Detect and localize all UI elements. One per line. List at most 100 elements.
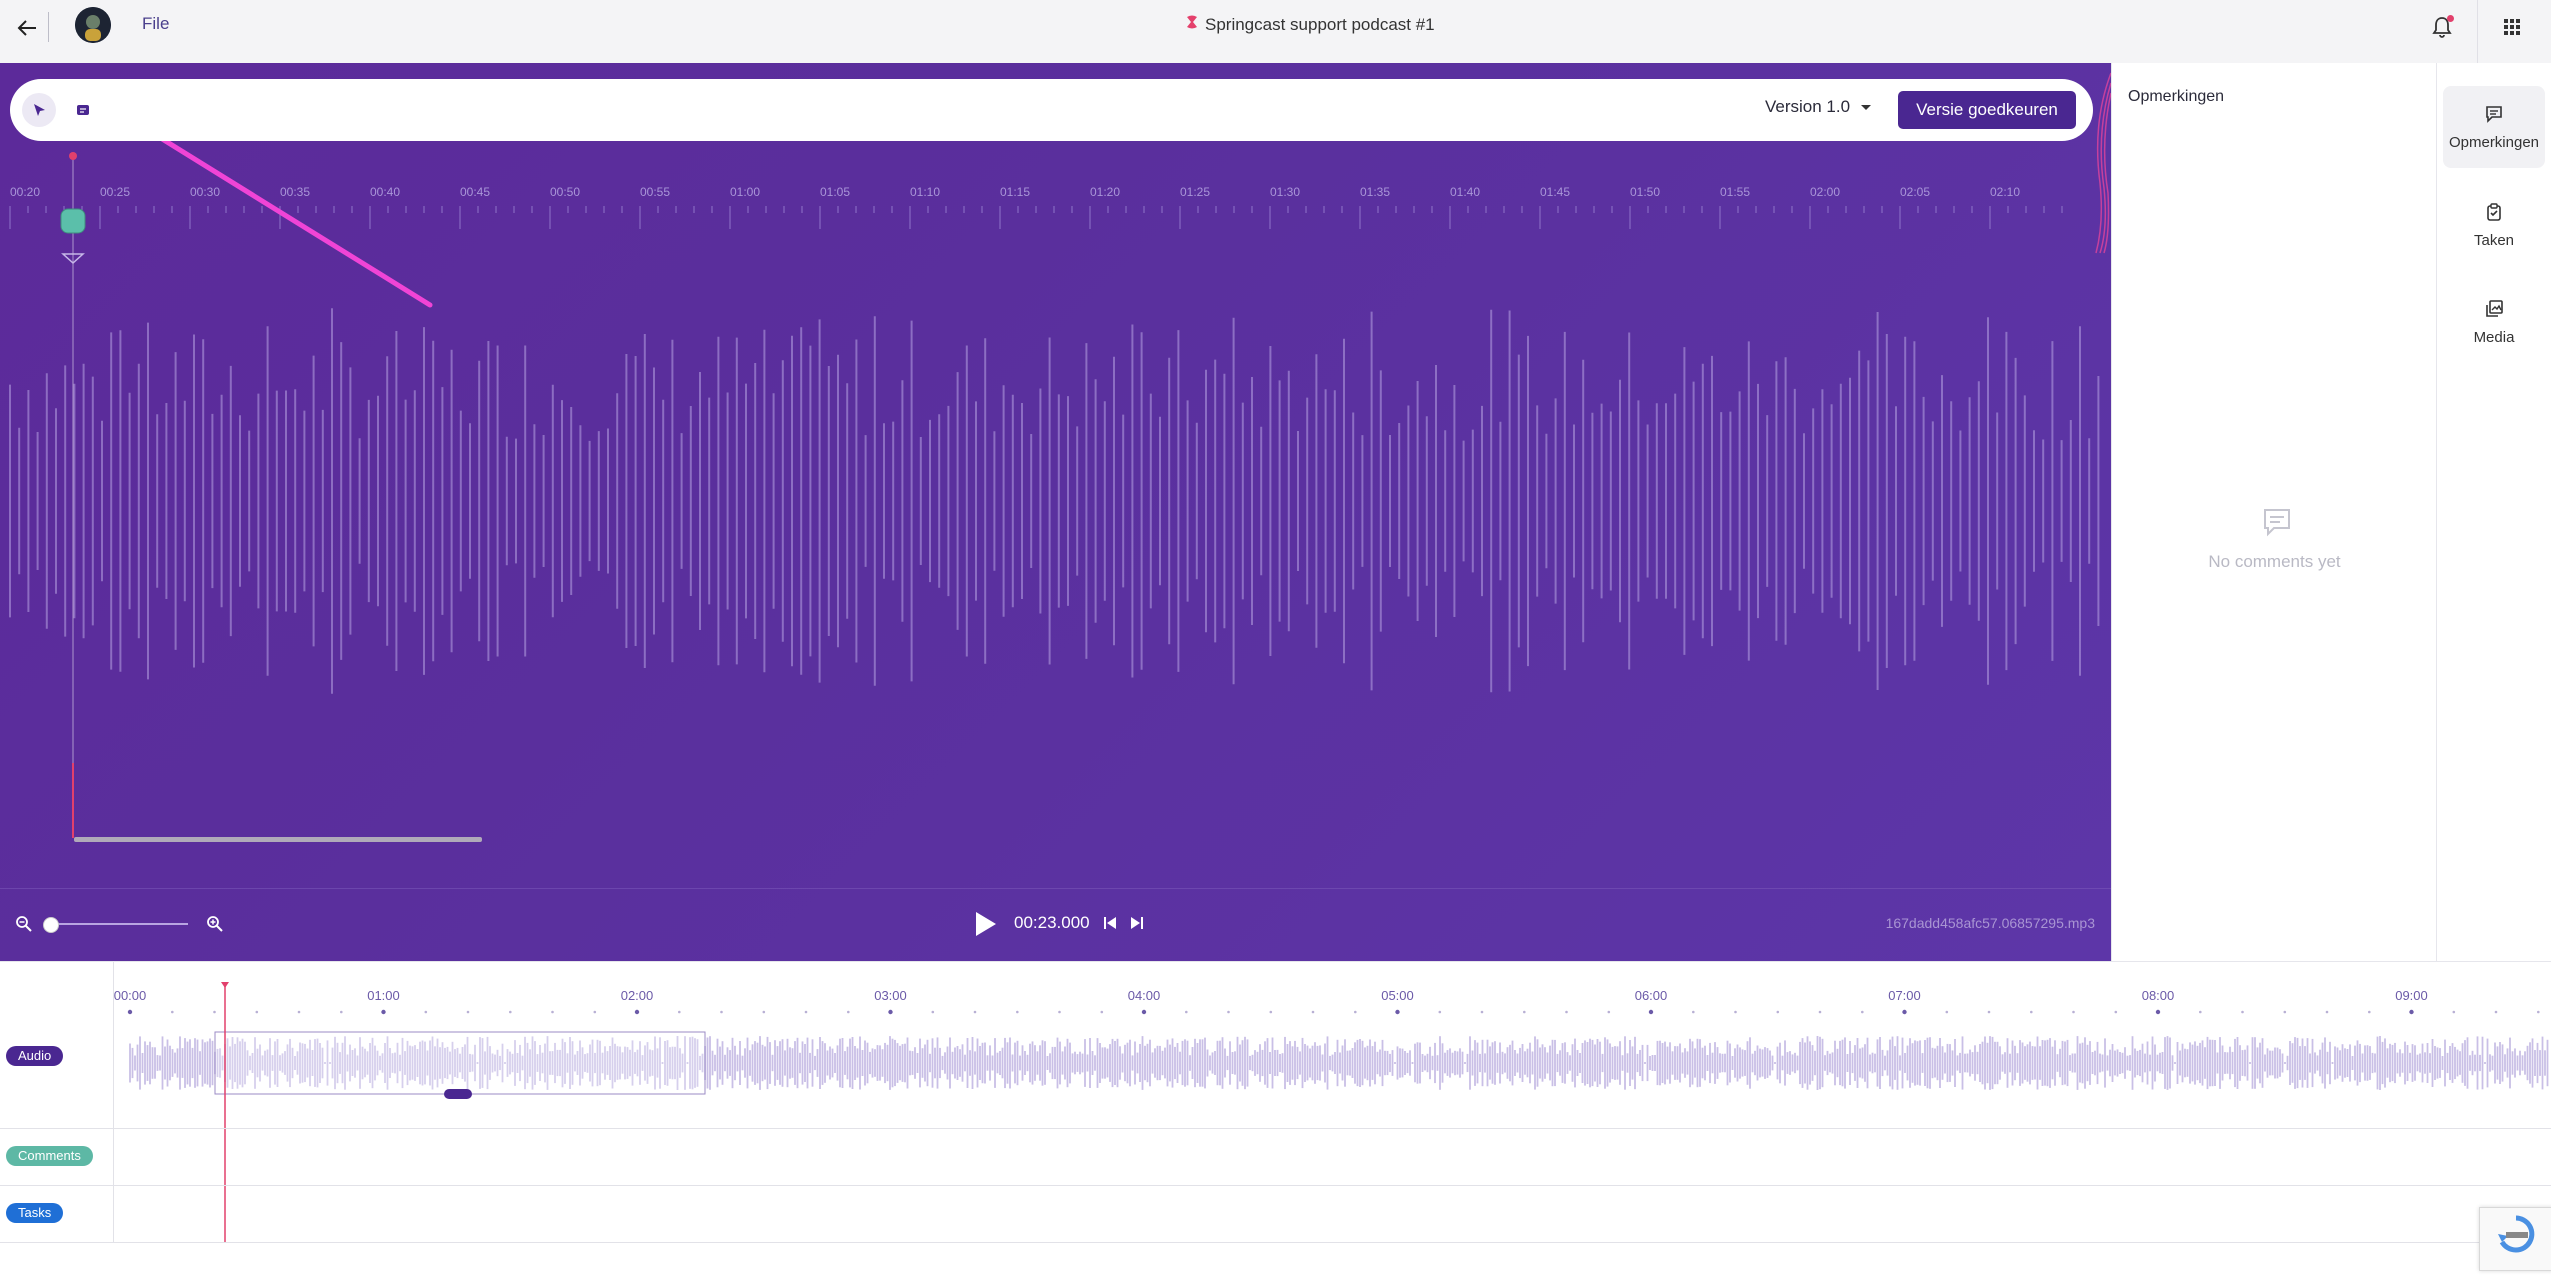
timeline-tick: [1902, 1009, 1907, 1015]
ruler-tick-label: 00:45: [460, 185, 490, 199]
timeline-tick: [1776, 1010, 1780, 1014]
file-menu[interactable]: File: [142, 14, 169, 34]
timeline-tick-label: 00:00: [114, 988, 147, 1003]
timeline-tick-label: 02:00: [621, 988, 654, 1003]
overview-timeline: 00:00 01:00 02:00 03:00 04:00 05:00 06:00 07:00…: [0, 961, 2551, 1282]
region-drag-handle: [444, 1089, 472, 1099]
timeline-tick: [593, 1010, 597, 1014]
waveform-canvas[interactable]: 00:20 00:25 00:30 00:35 00:40 00:45 00:50 00:55…: [0, 63, 2111, 961]
timeline-canvas[interactable]: 00:00 01:00 02:00 03:00 04:00 05:00 06:00 07:00…: [0, 962, 2551, 1242]
media-library-icon: [2484, 299, 2504, 323]
timeline-tick: [127, 1009, 133, 1015]
timeline-tick-label: 01:00: [367, 988, 400, 1003]
timeline-tick: [551, 1010, 554, 1014]
ruler-tick-label: 00:30: [190, 185, 220, 199]
version-select[interactable]: Version 1.0: [1765, 97, 1872, 117]
timeline-tick: [804, 1010, 808, 1014]
document-title-text: Springcast support podcast #1: [1205, 14, 1435, 34]
timeline-tick: [2452, 1010, 2456, 1014]
visible-region-selector: [214, 1031, 706, 1095]
rail-item-comments[interactable]: Opmerkingen: [2443, 86, 2545, 168]
waveform-scrollbar: [74, 837, 482, 842]
ruler-tick-label: 00:35: [280, 185, 310, 199]
timeline-tick: [1100, 1010, 1104, 1014]
divider: [0, 1185, 2551, 1186]
clipboard-icon: [2484, 202, 2504, 226]
ruler-tick-label: 01:05: [820, 185, 850, 199]
document-title: Springcast support podcast #1: [1185, 14, 1435, 35]
timeline-tick: [297, 1010, 301, 1014]
ruler-tick-label: 01:55: [1720, 185, 1750, 199]
timeline-tick: [1058, 1010, 1061, 1014]
ruler-tick-label: 00:55: [640, 185, 670, 199]
timeline-tick: [931, 1010, 935, 1014]
ruler-tick-label: 02:10: [1990, 185, 2020, 199]
timeline-tick: [213, 1010, 216, 1014]
panel-title: Opmerkingen: [2128, 88, 2225, 105]
lane-tag-comments[interactable]: Comments: [6, 1146, 93, 1166]
timeline-tick: [720, 1010, 723, 1014]
timeline-tick: [381, 1009, 386, 1015]
chevron-down-icon: [1860, 97, 1872, 117]
lane-tag-tasks[interactable]: Tasks: [6, 1203, 64, 1223]
empty-comment-icon: [2260, 505, 2294, 539]
timeline-tick: [2114, 1010, 2118, 1014]
timeline-tick: [1016, 1010, 1019, 1014]
audio-filename: 167dadd458afc57.06857295.mp3: [1885, 915, 2095, 931]
ruler-tick-label: 02:05: [1900, 185, 1930, 199]
zoom-slider-track[interactable]: [48, 923, 188, 925]
timeline-tick: [847, 1010, 850, 1014]
rail-item-media[interactable]: Media: [2443, 281, 2545, 363]
timeline-tick: [2325, 1010, 2329, 1014]
timeline-tick: [1987, 1010, 1991, 1014]
timeline-tick: [1734, 1010, 1737, 1014]
lane-labels: [0, 962, 114, 1242]
timeline-tick: [1523, 1010, 1526, 1014]
timeline-tick: [2155, 1009, 2161, 1015]
timeline-tick-label: 03:00: [874, 988, 907, 1003]
timecode: 00:23.000: [1014, 913, 1090, 932]
zoom-slider-handle[interactable]: [43, 917, 59, 933]
timeline-tick: [762, 1010, 766, 1014]
timeline-tick: [1141, 1009, 1147, 1015]
waveform-editor: 00:20 00:25 00:30 00:35 00:40 00:45 00:50 00:55…: [0, 63, 2111, 961]
ruler-tick-label: 00:25: [100, 185, 130, 199]
rail-item-label: Opmerkingen: [2448, 133, 2540, 151]
ruler-tick-label: 01:20: [1090, 185, 1120, 199]
timeline-tick: [1227, 1010, 1230, 1014]
zoom-out-icon[interactable]: [14, 914, 34, 934]
divider: [48, 12, 49, 42]
timeline-tick: [2537, 1010, 2540, 1014]
back-arrow-icon[interactable]: [12, 13, 42, 43]
timeline-tick-label: 06:00: [1635, 988, 1668, 1003]
timeline-tick: [1480, 1010, 1484, 1014]
ruler-tick-label: 00:20: [10, 185, 40, 199]
timeline-tick-label: 05:00: [1381, 988, 1414, 1003]
divider: [2477, 0, 2478, 63]
rail-item-tasks[interactable]: Taken: [2443, 184, 2545, 266]
pointer-tool-icon[interactable]: [22, 93, 56, 127]
timeline-tick: [2494, 1010, 2498, 1014]
ruler-tick-label: 01:35: [1360, 185, 1390, 199]
recaptcha-badge[interactable]: [2479, 1207, 2551, 1271]
avatar[interactable]: [75, 7, 111, 43]
timeline-tick: [1185, 1010, 1188, 1014]
lane-tag-audio[interactable]: Audio: [6, 1046, 64, 1066]
ruler-tick-label: 01:50: [1630, 185, 1660, 199]
timeline-tick: [424, 1010, 428, 1014]
timeline-tick-label: 07:00: [1888, 988, 1921, 1003]
play-icon[interactable]: [972, 910, 998, 938]
timeline-tick: [1565, 1010, 1568, 1014]
skip-back-icon[interactable]: [1101, 914, 1119, 932]
apps-grid-icon[interactable]: [2500, 15, 2524, 39]
side-rail: Opmerkingen Taken Media: [2436, 63, 2551, 961]
comment-tool-icon[interactable]: [68, 95, 98, 125]
divider: [0, 1128, 2551, 1129]
skip-forward-icon[interactable]: [1128, 914, 1146, 932]
approve-version-button[interactable]: Versie goedkeuren: [1898, 91, 2076, 129]
ruler-tick-label: 01:25: [1180, 185, 1210, 199]
ruler-tick-label: 01:00: [730, 185, 760, 199]
notification-bell-icon[interactable]: [2428, 13, 2456, 41]
timeline-tick-label: 09:00: [2395, 988, 2428, 1003]
zoom-in-icon[interactable]: [205, 914, 225, 934]
